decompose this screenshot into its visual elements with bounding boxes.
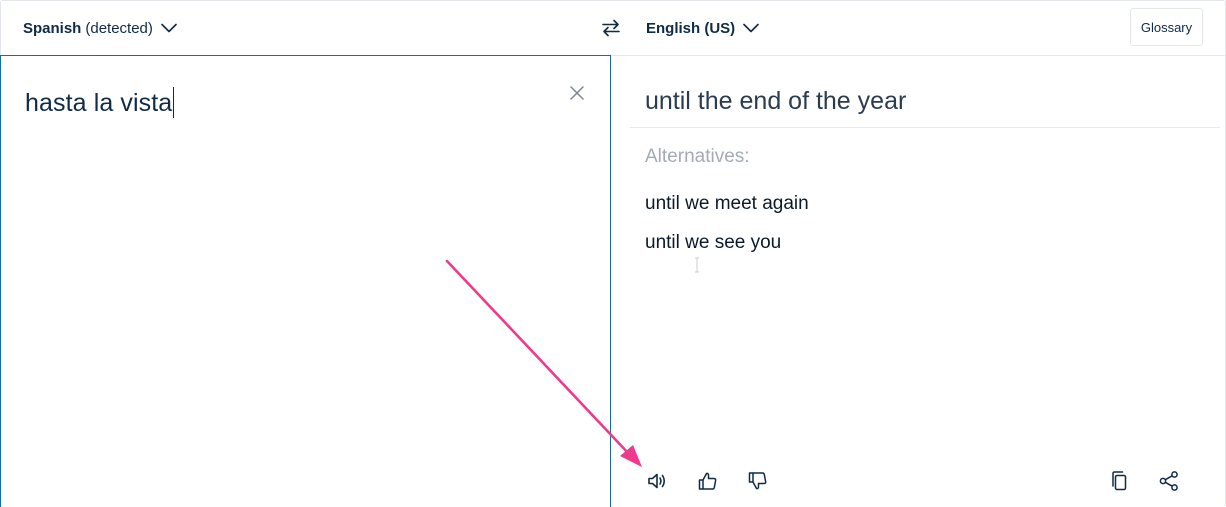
source-language-name: Spanish (23, 19, 82, 37)
source-text-value: hasta la vista (25, 89, 173, 117)
thumbs-down-button[interactable] (746, 469, 770, 493)
chevron-down-icon (743, 23, 759, 33)
text-cursor-icon (695, 257, 699, 273)
alternative-item[interactable]: until we see you (645, 232, 781, 254)
chevron-down-icon (161, 23, 177, 33)
glossary-button[interactable]: Glossary (1130, 8, 1203, 46)
translation-output[interactable]: until the end of the year (645, 87, 906, 116)
copy-translation-button[interactable] (1108, 469, 1132, 493)
alternatives-label: Alternatives: (645, 146, 750, 167)
close-icon (570, 86, 584, 100)
thumbs-up-icon (698, 472, 717, 490)
divider (630, 127, 1220, 128)
share-icon (1159, 471, 1178, 491)
target-language-selector[interactable]: English (US) (646, 18, 759, 38)
language-bar: Spanish (detected) English (US) Glossary (0, 0, 1226, 56)
copy-icon (1112, 471, 1127, 491)
thumbs-up-button[interactable] (696, 469, 720, 493)
source-language-selector[interactable]: Spanish (detected) (23, 18, 177, 38)
swap-arrows-icon (602, 19, 620, 37)
clear-text-button[interactable] (566, 82, 588, 104)
source-text-panel[interactable]: hasta la vista (0, 55, 611, 507)
translation-panel: until the end of the year Alternatives: … (612, 56, 1226, 507)
thumbs-down-icon (748, 472, 767, 490)
speaker-icon (648, 473, 666, 489)
listen-button[interactable] (645, 469, 669, 493)
swap-languages-button[interactable] (598, 15, 624, 41)
source-detected-label: (detected) (85, 19, 153, 37)
alternative-item[interactable]: until we meet again (645, 193, 809, 215)
text-caret (173, 87, 175, 118)
target-language-name: English (US) (646, 19, 736, 37)
share-translation-button[interactable] (1157, 469, 1181, 493)
source-text-input[interactable]: hasta la vista (25, 87, 175, 118)
